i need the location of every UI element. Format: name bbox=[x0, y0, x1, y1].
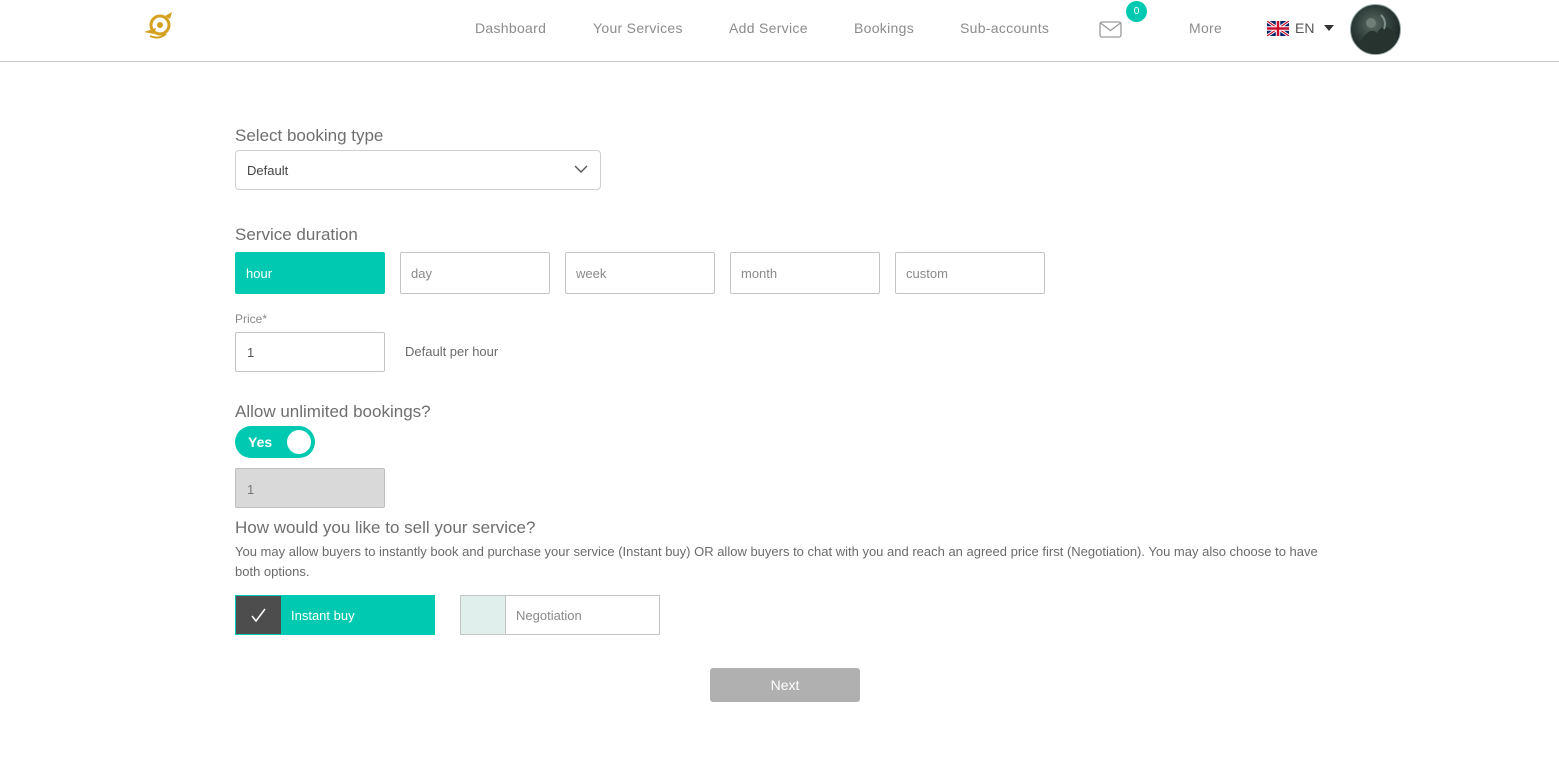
avatar[interactable] bbox=[1350, 4, 1401, 55]
duration-custom-button[interactable]: custom bbox=[895, 252, 1045, 294]
nav-your-services[interactable]: Your Services bbox=[593, 20, 683, 36]
messages-count-badge: 0 bbox=[1126, 1, 1147, 22]
language-label: EN bbox=[1295, 20, 1315, 36]
price-note: Default per hour bbox=[405, 344, 499, 359]
next-button-label: Next bbox=[770, 677, 800, 693]
duration-hour-button[interactable]: hour bbox=[235, 252, 385, 294]
brand-logo-icon[interactable] bbox=[140, 10, 178, 42]
booking-limit-input: 1 bbox=[235, 468, 385, 508]
service-duration-heading: Service duration bbox=[235, 225, 358, 244]
sell-method-description: You may allow buyers to instantly book a… bbox=[235, 544, 1318, 579]
unlimited-bookings-heading: Allow unlimited bookings? bbox=[235, 402, 431, 421]
nav-dashboard[interactable]: Dashboard bbox=[475, 20, 546, 36]
booking-limit-value: 1 bbox=[247, 482, 255, 497]
language-selector[interactable]: EN bbox=[1267, 19, 1335, 37]
price-label: Price* bbox=[235, 312, 268, 326]
checkbox[interactable] bbox=[461, 596, 506, 634]
duration-option-label: month bbox=[741, 266, 778, 281]
toggle-knob bbox=[287, 430, 311, 454]
check-icon bbox=[251, 608, 266, 623]
duration-day-button[interactable]: day bbox=[400, 252, 550, 294]
nav-bookings[interactable]: Bookings bbox=[854, 20, 914, 36]
duration-option-label: custom bbox=[906, 266, 948, 281]
booking-type-value: Default bbox=[247, 163, 289, 178]
next-button[interactable]: Next bbox=[710, 668, 860, 702]
top-nav-bar: Dashboard Your Services Add Service Book… bbox=[0, 0, 1559, 62]
caret-down-icon bbox=[1324, 25, 1335, 31]
nav-more[interactable]: More bbox=[1189, 20, 1222, 36]
unlimited-bookings-toggle[interactable]: Yes bbox=[235, 426, 315, 458]
nav-add-service[interactable]: Add Service bbox=[729, 20, 808, 36]
uk-flag-icon bbox=[1267, 20, 1289, 36]
price-input[interactable]: 1 bbox=[235, 332, 385, 372]
nav-sub-accounts[interactable]: Sub-accounts bbox=[960, 20, 1049, 36]
duration-week-button[interactable]: week bbox=[565, 252, 715, 294]
mail-icon[interactable] bbox=[1099, 21, 1122, 38]
chevron-down-icon bbox=[574, 165, 588, 173]
duration-option-label: hour bbox=[246, 266, 273, 281]
toggle-label: Yes bbox=[248, 434, 273, 450]
negotiation-option[interactable]: Negotiation bbox=[460, 595, 660, 635]
instant-buy-option[interactable]: Instant buy bbox=[235, 595, 435, 635]
booking-type-select[interactable]: Default bbox=[235, 150, 601, 190]
checkbox[interactable] bbox=[236, 596, 281, 634]
instant-buy-label: Instant buy bbox=[291, 608, 355, 623]
price-value: 1 bbox=[247, 345, 255, 360]
booking-type-heading: Select booking type bbox=[235, 126, 384, 145]
negotiation-label: Negotiation bbox=[516, 608, 582, 623]
duration-option-label: day bbox=[411, 266, 432, 281]
sell-method-heading: How would you like to sell your service? bbox=[235, 518, 536, 537]
duration-option-label: week bbox=[576, 266, 607, 281]
duration-month-button[interactable]: month bbox=[730, 252, 880, 294]
